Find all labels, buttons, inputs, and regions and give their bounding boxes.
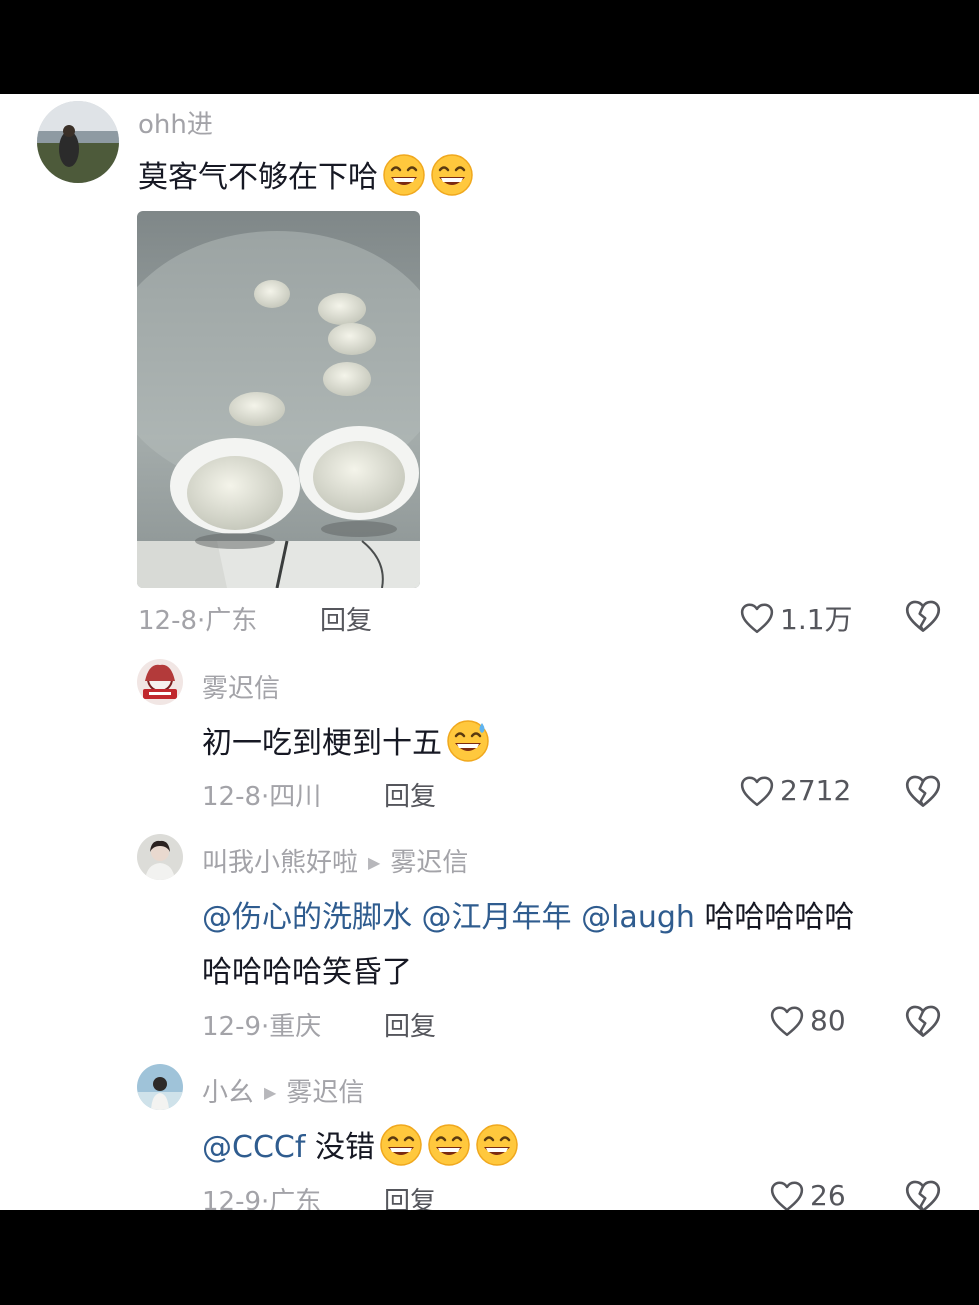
comment-text-body: 莫客气不够在下哈 [138,160,378,195]
sweat-smile-emoji-icon [446,719,490,763]
comment-username-line: 小幺 ▶ 雾迟信 [202,1072,364,1109]
like-button[interactable]: 80 [770,1004,846,1037]
heart-icon [770,1005,804,1036]
like-count: 2712 [780,774,852,807]
like-button[interactable]: 26 [770,1179,846,1210]
dislike-icon[interactable] [905,774,941,808]
avatar[interactable] [137,1064,183,1110]
grin-emoji-icon [427,1123,471,1167]
reply-button[interactable]: 回复 [384,1181,436,1210]
reply-button[interactable]: 回复 [320,600,372,637]
comment-text: 莫客气不够在下哈 [138,152,474,197]
heart-icon [740,775,774,806]
comment-meta: 12-9·重庆 [202,1006,321,1043]
grin-emoji-icon [382,153,426,197]
top-black-bar [0,0,979,94]
comment-list[interactable]: ohh进 莫客气不够在下哈 12-8·广东 回复 1.1万 雾迟信 初一吃到梗到… [0,94,979,1210]
comment-text: @CCCf 没错 [202,1122,519,1167]
like-count: 26 [810,1179,846,1210]
comment-location: 四川 [269,782,322,812]
comment-location: 重庆 [269,1012,322,1042]
reply-arrow-icon: ▶ [368,853,381,872]
comment-date: 12-9 [202,1012,262,1042]
comment-text-line2: 哈哈哈哈笑昏了 [202,955,412,990]
mention-link[interactable]: @江月年年 [422,900,572,935]
like-button[interactable]: 2712 [740,774,851,807]
comment-location: 广东 [205,606,258,636]
dislike-icon[interactable] [905,599,941,633]
comment-username[interactable]: ohh进 [138,104,213,141]
comment-image[interactable] [137,211,420,588]
like-count: 1.1万 [780,603,853,636]
comment-location: 广东 [269,1187,322,1210]
avatar[interactable] [137,834,183,880]
like-button[interactable]: 1.1万 [740,598,853,638]
reply-to-username[interactable]: 雾迟信 [390,848,468,878]
comment-text-body: 没错 [314,1130,375,1165]
comment-text: 初一吃到梗到十五 [202,718,490,763]
comment-username[interactable]: 小幺 [202,1078,254,1108]
comment-username-line: 叫我小熊好啦 ▶ 雾迟信 [202,842,468,879]
grin-emoji-icon [379,1123,423,1167]
reply-button[interactable]: 回复 [384,776,436,813]
comment-text: @伤心的洗脚水 @江月年年 @laugh 哈哈哈哈哈 [202,892,854,936]
comment-date: 12-8 [138,606,198,636]
comment-text-body: 初一吃到梗到十五 [202,726,442,761]
dislike-icon[interactable] [905,1004,941,1038]
mention-link[interactable]: @伤心的洗脚水 [202,900,412,935]
comment-date: 12-9 [202,1187,262,1210]
comment-username[interactable]: 叫我小熊好啦 [202,848,358,878]
comment-meta: 12-8·广东 [138,600,257,637]
comment-meta: 12-8·四川 [202,776,321,813]
comment-meta: 12-9·广东 [202,1181,321,1210]
grin-emoji-icon [475,1123,519,1167]
reply-arrow-icon: ▶ [264,1083,277,1102]
mention-link[interactable]: @CCCf [202,1130,305,1165]
grin-emoji-icon [430,153,474,197]
reply-button[interactable]: 回复 [384,1006,436,1043]
bottom-black-bar [0,1210,979,1305]
comment-text-body: 哈哈哈哈哈 [704,900,855,935]
comment-date: 12-8 [202,782,262,812]
mention-link[interactable]: @laugh [581,900,695,935]
dislike-icon[interactable] [905,1179,941,1210]
comment-username[interactable]: 雾迟信 [202,668,280,705]
heart-icon [770,1180,804,1210]
avatar[interactable] [137,659,183,705]
avatar[interactable] [37,101,119,183]
reply-to-username[interactable]: 雾迟信 [286,1078,364,1108]
heart-icon [740,603,774,634]
like-count: 80 [810,1004,846,1037]
